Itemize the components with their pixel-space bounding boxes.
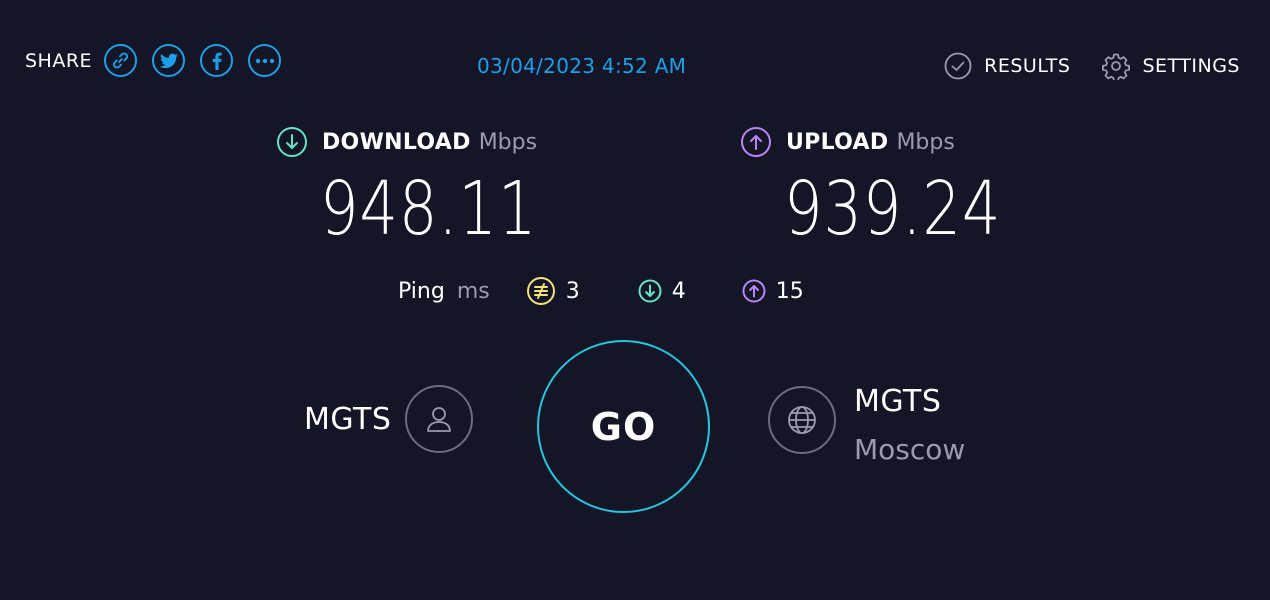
checkmark-circle-icon bbox=[944, 52, 972, 80]
ping-idle: 3 bbox=[526, 276, 580, 306]
more-icon bbox=[255, 58, 274, 63]
settings-button[interactable]: SETTINGS bbox=[1102, 52, 1240, 80]
user-icon bbox=[427, 407, 452, 432]
ping-row: Ping ms 3 4 15 bbox=[398, 276, 804, 306]
share-twitter-button[interactable] bbox=[152, 44, 186, 77]
facebook-icon bbox=[212, 52, 222, 70]
download-value: 948.11 bbox=[320, 166, 538, 252]
download-unit: Mbps bbox=[478, 129, 538, 155]
change-server-location[interactable]: Moscow bbox=[854, 433, 965, 466]
settings-label: SETTINGS bbox=[1142, 55, 1240, 77]
isp-info: MGTS bbox=[304, 385, 474, 453]
top-nav: RESULTS SETTINGS bbox=[944, 52, 1240, 80]
ping-download-value: 4 bbox=[671, 278, 686, 304]
isp-name: MGTS bbox=[304, 401, 392, 437]
ping-upload: 15 bbox=[742, 279, 804, 304]
twitter-icon bbox=[159, 53, 178, 68]
ping-label: Ping bbox=[398, 278, 445, 304]
server-name: MGTS bbox=[854, 384, 942, 419]
upload-label: UPLOAD bbox=[786, 129, 889, 155]
share-label: SHARE bbox=[25, 49, 93, 72]
download-arrow-icon bbox=[277, 127, 307, 157]
share-more-button[interactable] bbox=[248, 44, 282, 77]
link-icon bbox=[113, 52, 129, 69]
download-latency-icon bbox=[638, 279, 662, 303]
share-link-button[interactable] bbox=[104, 44, 138, 77]
share-bar: SHARE bbox=[25, 44, 296, 77]
upload-metric: UPLOAD Mbps 939.24 bbox=[740, 126, 1049, 246]
results-label: RESULTS bbox=[984, 55, 1071, 77]
gear-icon bbox=[1102, 53, 1131, 80]
server-info: MGTS Moscow bbox=[768, 384, 965, 466]
go-label: GO bbox=[590, 404, 657, 449]
test-timestamp: 03/04/2023 4:52 AM bbox=[477, 54, 687, 78]
ping-upload-value: 15 bbox=[775, 278, 804, 304]
share-facebook-button[interactable] bbox=[200, 44, 234, 77]
upload-value: 939.24 bbox=[784, 166, 1002, 252]
results-button[interactable]: RESULTS bbox=[944, 52, 1070, 80]
download-metric: DOWNLOAD Mbps 948.11 bbox=[276, 126, 585, 246]
ping-download: 4 bbox=[638, 279, 686, 304]
globe-icon bbox=[788, 406, 816, 434]
download-label: DOWNLOAD bbox=[322, 129, 471, 155]
upload-arrow-icon bbox=[741, 127, 771, 157]
ping-idle-value: 3 bbox=[565, 278, 580, 304]
upload-unit: Mbps bbox=[896, 129, 955, 155]
isp-user-badge bbox=[405, 385, 474, 453]
server-globe-badge bbox=[768, 386, 836, 454]
ping-unit: ms bbox=[456, 278, 490, 304]
idle-latency-icon bbox=[526, 277, 555, 305]
go-button[interactable]: GO bbox=[537, 340, 710, 513]
upload-latency-icon bbox=[742, 279, 766, 303]
speedtest-page: SHARE 03/04/2023 4:52 AM RESULTS SETTING… bbox=[0, 0, 1270, 600]
